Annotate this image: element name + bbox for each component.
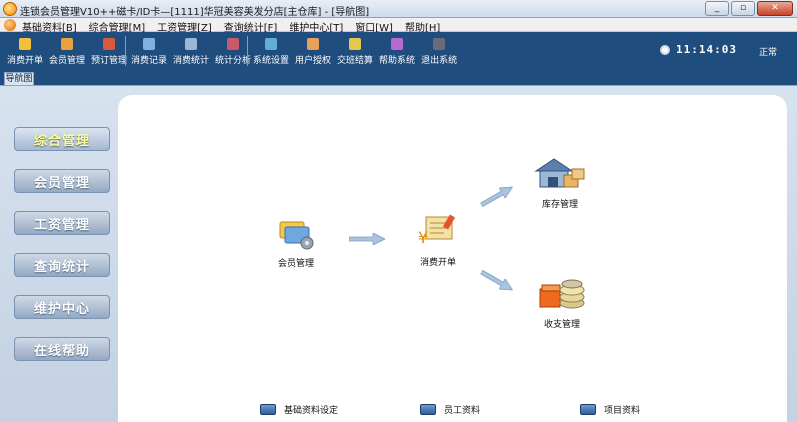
- menu-general-management[interactable]: 综合管理[M]: [89, 19, 145, 34]
- app-logo-icon: [3, 2, 17, 16]
- sidebar-item-online-help[interactable]: 在线帮助: [14, 337, 110, 361]
- link-employee-data[interactable]: 员工资料: [420, 403, 480, 416]
- exit-button[interactable]: 退出系统: [418, 36, 460, 66]
- sidebar-item-members[interactable]: 会员管理: [14, 169, 110, 193]
- warehouse-icon: [534, 158, 585, 188]
- node-members[interactable]: 会员管理: [276, 216, 316, 269]
- window-title: 连锁会员管理V10++磁卡/ID卡—[1111]华冠美容美发分店[主仓库] - …: [20, 7, 370, 18]
- status-text: 正常: [759, 48, 778, 58]
- stats-icon: [185, 38, 198, 50]
- sidebar-item-payroll[interactable]: 工资管理: [14, 211, 110, 235]
- records-button[interactable]: 消费记录: [128, 36, 170, 66]
- tab-navigation-map[interactable]: 导航图: [4, 72, 34, 85]
- settings-icon: [265, 38, 277, 50]
- arrow-down-right-icon: [479, 269, 514, 291]
- work-area: 综合管理 会员管理 工资管理 查询统计 维护中心 在线帮助 会员管理 ¥ 消费开…: [0, 85, 797, 422]
- reservation-icon: [103, 38, 116, 50]
- node-finance[interactable]: 收支管理: [538, 273, 586, 330]
- help-icon: [391, 38, 404, 50]
- toolbar-separator: [247, 36, 248, 66]
- menu-payroll[interactable]: 工资管理[Z]: [157, 19, 212, 34]
- toolbar-separator: [125, 36, 126, 66]
- sidebar-item-maintenance[interactable]: 维护中心: [14, 295, 110, 319]
- menu-query-stats[interactable]: 查询统计[F]: [224, 19, 278, 34]
- menu-window[interactable]: 窗口[W]: [355, 19, 393, 34]
- clock: 11:14:03: [660, 43, 737, 56]
- bill-icon: ¥: [418, 214, 456, 247]
- bill-icon: [19, 38, 31, 50]
- link-item-data[interactable]: 项目资料: [580, 403, 640, 416]
- clock-time: 11:14:03: [676, 43, 737, 56]
- arrow-up-right-icon: [479, 186, 514, 208]
- arrow-right-icon: [349, 233, 385, 245]
- coins-icon: [539, 279, 585, 309]
- keyboard-icon: [580, 404, 596, 415]
- menu-basic-data[interactable]: 基础资料[B]: [22, 19, 77, 34]
- link-basic-data-settings[interactable]: 基础资料设定: [260, 403, 338, 416]
- maximize-button[interactable]: ▫: [731, 1, 755, 16]
- members-icon: [61, 38, 74, 50]
- minimize-button[interactable]: _: [705, 1, 729, 16]
- navigation-canvas: 会员管理 ¥ 消费开单 库存管理 收支管理 基础资料设定 员工资料 项目资料: [118, 95, 787, 422]
- close-button[interactable]: ✕: [757, 1, 793, 16]
- analysis-icon: [227, 38, 240, 50]
- node-bill[interactable]: ¥ 消费开单: [416, 213, 460, 268]
- reservation-button[interactable]: 预订管理: [88, 36, 130, 66]
- shift-icon: [349, 38, 362, 50]
- members-button[interactable]: 会员管理: [46, 36, 88, 66]
- node-inventory[interactable]: 库存管理: [534, 153, 586, 210]
- settings-button[interactable]: 系统设置: [250, 36, 292, 66]
- sidebar-item-general-management[interactable]: 综合管理: [14, 127, 110, 151]
- menu-bar: 基础资料[B] 综合管理[M] 工资管理[Z] 查询统计[F] 维护中心[T] …: [0, 18, 797, 34]
- help-button[interactable]: 帮助系统: [376, 36, 418, 66]
- bill-button[interactable]: 消费开单: [4, 36, 46, 66]
- authorize-icon: [307, 38, 320, 50]
- menu-help[interactable]: 帮助[H]: [405, 19, 440, 34]
- stats-button[interactable]: 消费统计: [170, 36, 212, 66]
- menu-logo-icon[interactable]: [4, 19, 16, 31]
- authorize-button[interactable]: 用户授权: [292, 36, 334, 66]
- exit-icon: [433, 38, 446, 50]
- clock-icon: [660, 44, 670, 55]
- menu-maintenance[interactable]: 维护中心[T]: [289, 19, 343, 34]
- shift-button[interactable]: 交班结算: [334, 36, 376, 66]
- member-cards-icon: [279, 221, 314, 250]
- title-bar: 连锁会员管理V10++磁卡/ID卡—[1111]华冠美容美发分店[主仓库] - …: [0, 0, 797, 18]
- keyboard-icon: [260, 404, 276, 415]
- sidebar: 综合管理 会员管理 工资管理 查询统计 维护中心 在线帮助: [14, 127, 110, 361]
- records-icon: [143, 38, 155, 50]
- sidebar-item-query-stats[interactable]: 查询统计: [14, 253, 110, 277]
- svg-text:¥: ¥: [418, 228, 428, 247]
- keyboard-icon: [420, 404, 436, 415]
